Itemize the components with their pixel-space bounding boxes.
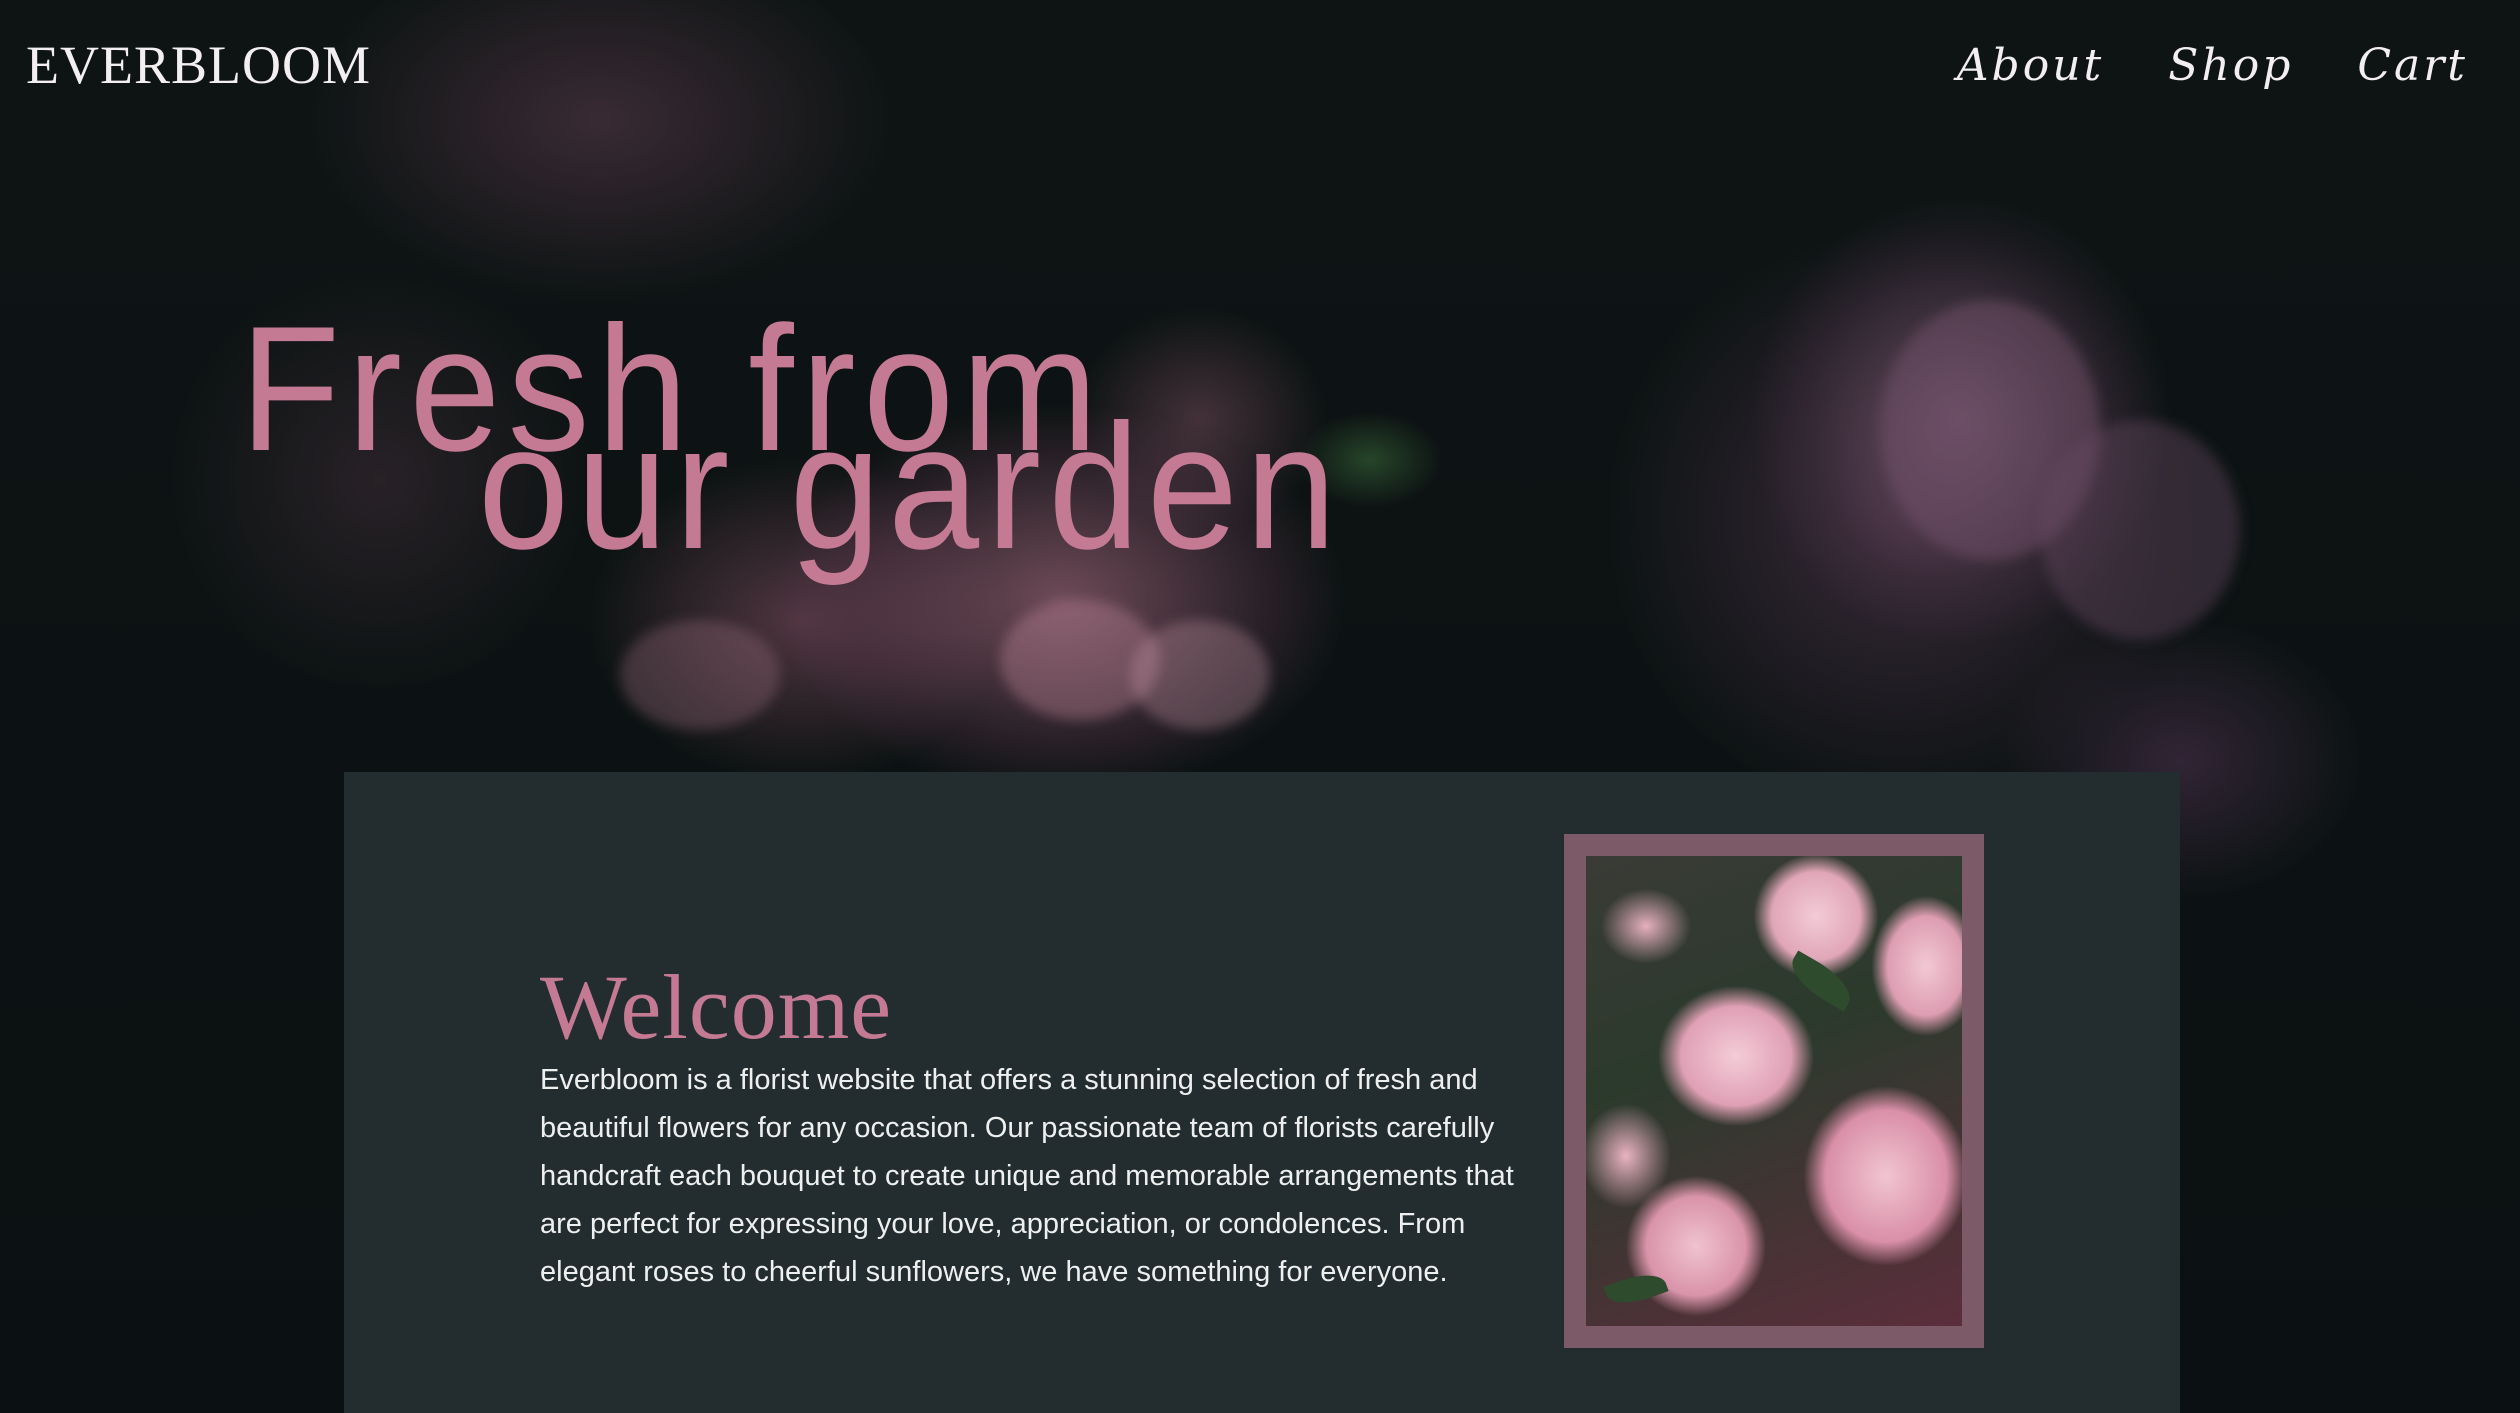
peony-petal-decoration — [2040, 420, 2240, 640]
nav-link-shop[interactable]: Shop — [2168, 40, 2293, 91]
nav-link-cart[interactable]: Cart — [2357, 40, 2468, 91]
page: EVERBLOOM About Shop Cart Fresh from our… — [0, 0, 2520, 1413]
site-logo[interactable]: EVERBLOOM — [26, 34, 371, 96]
welcome-title: Welcome — [540, 956, 893, 1058]
welcome-card: Welcome Everbloom is a florist website t… — [344, 772, 2180, 1413]
hero-headline-line2: our garden — [478, 387, 1344, 586]
main-nav: About Shop Cart — [1957, 40, 2468, 91]
peony-bouquet-photo — [1586, 856, 1962, 1326]
welcome-description: Everbloom is a florist website that offe… — [540, 1064, 1514, 1288]
leaf-decoration — [1783, 950, 1859, 1012]
leaf-decoration — [1603, 1266, 1669, 1312]
hero-headline: Fresh from our garden — [240, 300, 1419, 576]
nav-link-about[interactable]: About — [1957, 40, 2104, 91]
peony-petal-decoration — [620, 620, 780, 730]
peony-petal-decoration — [1130, 620, 1270, 730]
photo-frame — [1564, 834, 1984, 1348]
